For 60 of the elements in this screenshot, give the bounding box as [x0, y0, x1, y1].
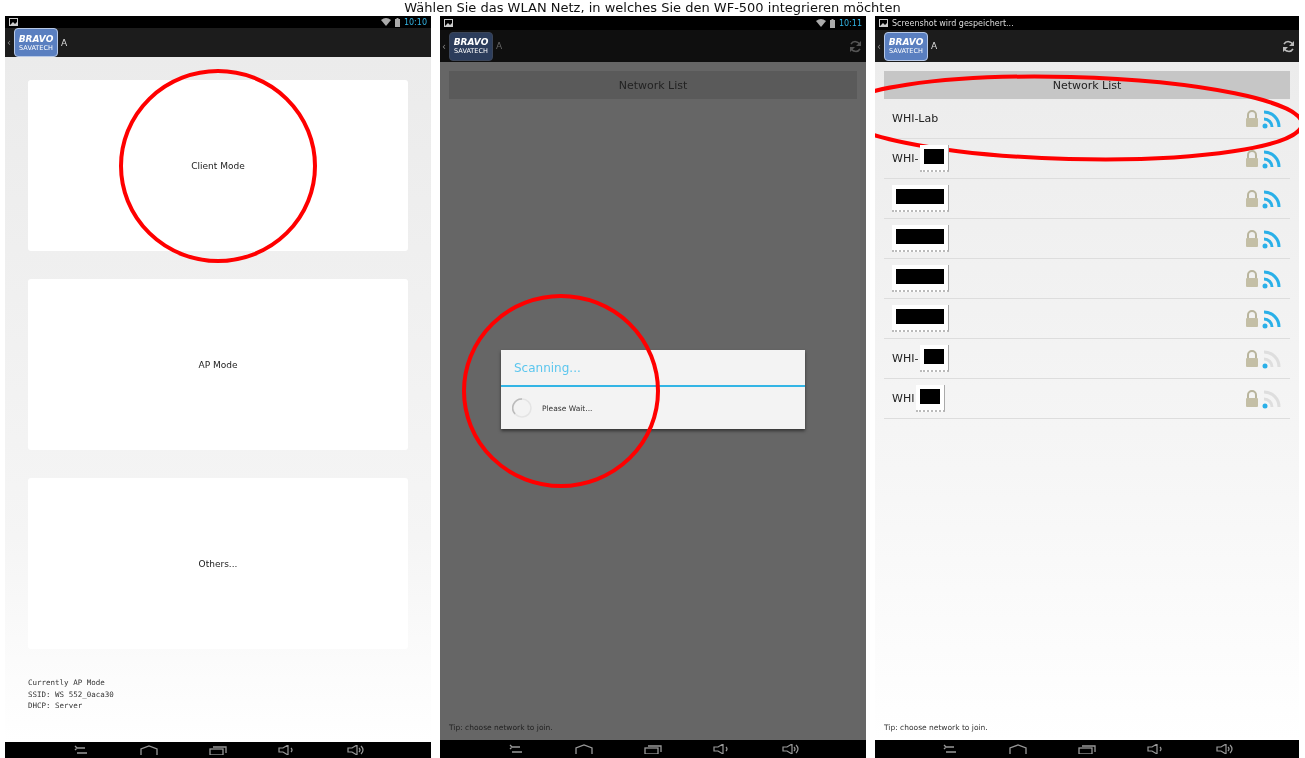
network-row[interactable]: WHI [884, 379, 1290, 419]
image-icon [444, 19, 453, 27]
lock-icon [1245, 230, 1259, 247]
lock-icon [1245, 190, 1259, 207]
app-title: A [931, 41, 939, 51]
spinner-icon [512, 398, 532, 418]
redaction-block [924, 349, 945, 364]
network-name: WHI-Lab [892, 112, 939, 125]
volume-down-icon[interactable] [1146, 744, 1165, 754]
lock-icon [1245, 390, 1259, 407]
home-icon[interactable] [574, 744, 593, 754]
redaction-block [896, 309, 944, 324]
volume-up-icon[interactable] [782, 744, 801, 754]
home-icon[interactable] [1009, 744, 1028, 754]
dialog-title: Scanning... [501, 350, 805, 387]
wifi-icon [380, 18, 391, 27]
volume-up-icon[interactable] [1215, 744, 1234, 754]
lock-icon [1245, 110, 1259, 127]
image-icon [879, 19, 888, 27]
lock-icon [1245, 270, 1259, 287]
clock-text: 10:10 [403, 17, 427, 27]
network-name: WHI- [892, 152, 919, 165]
lock-icon [1245, 150, 1259, 167]
logo-text: BRAVO [18, 33, 54, 44]
mode-button[interactable]: AP Mode [28, 279, 408, 451]
mode-button[interactable]: Client Mode [28, 80, 408, 252]
app-title: A [496, 41, 504, 51]
lock-icon [1245, 350, 1259, 367]
recent-apps-icon[interactable] [643, 744, 662, 754]
battery-icon [829, 18, 835, 28]
back-chevron[interactable]: ‹ [442, 40, 446, 52]
caption-text: Wählen Sie das WLAN Netz, in welches Sie den WF-500 integrieren möchten [403, 0, 902, 16]
redaction-block [920, 389, 941, 404]
back-chevron[interactable]: ‹ [7, 37, 11, 49]
logo-text: BRAVO [453, 37, 489, 47]
lock-icon [1245, 310, 1259, 327]
redaction-block [924, 149, 945, 164]
network-row[interactable]: WHI- [884, 339, 1290, 379]
network-name: WHI- [892, 352, 919, 365]
mode-button[interactable]: Others... [28, 478, 408, 650]
notification-text: Screenshot wird gespeichert... [892, 18, 1014, 28]
battery-icon [394, 17, 400, 27]
app-title: A [61, 37, 69, 48]
recent-apps-icon[interactable] [1078, 744, 1096, 754]
logo-text: BRAVO [888, 37, 924, 47]
redaction-block [896, 269, 944, 284]
refresh-icon[interactable] [1282, 39, 1295, 53]
recent-apps-icon[interactable] [208, 745, 227, 755]
home-icon[interactable] [139, 745, 158, 755]
back-chevron[interactable]: ‹ [877, 40, 881, 52]
image-icon [9, 18, 18, 27]
network-name: WHI [892, 392, 915, 405]
wifi-icon [815, 19, 826, 27]
list-header: Network List [449, 71, 857, 99]
volume-up-icon[interactable] [347, 745, 366, 755]
network-row[interactable]: WHI-Lab [884, 99, 1290, 139]
redaction-block [896, 189, 944, 204]
network-row[interactable]: WHI- [884, 139, 1290, 179]
redaction-block [896, 229, 944, 244]
clock-text: 10:11 [838, 18, 862, 28]
